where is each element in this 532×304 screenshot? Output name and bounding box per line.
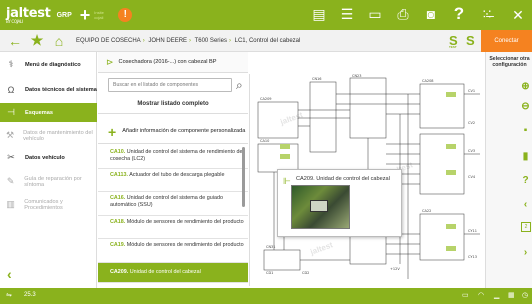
sidebar-item-technical-data[interactable]: Ω Datos técnicos del sistema [0,80,97,99]
breadcrumb: EQUIPO DE COSECHA › JOHN DEERE › T600 Seri… [76,37,301,44]
diagram-label: CY11 [468,229,477,233]
printer-icon[interactable]: ⎙ [394,5,412,23]
zoom-in-icon[interactable]: ⊕ [519,80,532,93]
diagram-label: CN23 [352,74,362,78]
breadcrumb-item[interactable]: EQUIPO DE COSECHA [76,38,141,44]
sidebar-item-vehicle-data[interactable]: ✂ Datos vehículo [0,148,97,167]
stethoscope-icon: ⚕ [8,59,14,69]
status-bar: ⇋ 25.3 ▭ ◠ ▁ ▦ ◷ [0,288,532,304]
minimize-button[interactable]: – [476,0,504,30]
list-item-selected[interactable]: CA209. Unidad de control del cabezal [98,263,248,283]
toolbar-icons: ▤ ☰ ▭ ⎙ ◙ ? ⁙ [310,5,496,23]
camera-icon[interactable]: ◙ [422,5,440,23]
diagram-label: CV4 [468,175,476,179]
diagram-label: CA22 [422,209,431,213]
chevron-left-icon[interactable]: ‹ [519,198,532,211]
omega-icon: Ω [7,84,15,95]
breadcrumb-item[interactable]: T600 Series [195,38,227,44]
sidebar-item-maintenance[interactable]: ⚒ Datos de mantenimiento del vehículo [0,126,97,145]
list-scrollbar[interactable] [242,147,245,207]
component-photo[interactable] [291,185,350,229]
wrench-icon: ⚒ [6,130,15,140]
signal-icon: ▁ [494,292,500,299]
help-icon[interactable]: ? [519,174,532,187]
calendar-icon: ▦ [508,292,515,299]
plus-icon: + [108,123,117,140]
diagram-label: CN31 [266,245,276,249]
search-icon[interactable]: ⌕ [236,78,243,93]
wifi-icon: ◠ [478,292,485,299]
list-icon[interactable]: ☰ [338,5,356,23]
s-icon[interactable]: S [466,33,475,48]
harvester-icon: ⊳ [106,56,114,67]
sidebar: ⚕ Menú de diagnóstico Ω Datos técnicos d… [0,52,97,288]
version-label: 25.3 [24,292,36,298]
component-list: CA10. Unidad de control del sistema de r… [98,146,248,286]
connect-button[interactable]: Conectar [481,30,532,52]
insite-label[interactable]: Insite cojali [94,10,112,20]
list-item[interactable]: CA19. Módulo de sensores de rendimiento … [98,239,248,263]
diagram-label: CA209 [260,97,272,101]
diagram-label: CA10 [260,139,269,143]
list-item[interactable]: CA113. Actuador del tubo de descarga ple… [98,169,248,192]
back-arrow-icon[interactable]: ← [8,33,22,49]
home-icon[interactable]: ⌂ [52,33,66,49]
diagram-label: CD1 [266,271,273,275]
panel-title-row: ⊳ Cosechadora (2016-...) con cabezal BP [98,52,248,73]
document-icon[interactable]: ▤ [310,5,328,23]
close-button[interactable]: ✕ [504,0,532,30]
collapse-sidebar-icon[interactable]: ‹ [7,266,12,282]
page-title: Cosechadora (2016-...) con cabezal BP [118,59,217,65]
alert-icon[interactable]: ! [118,8,133,22]
add-plus-icon[interactable]: + [80,6,91,24]
breadcrumb-item[interactable]: JOHN DEERE [148,38,187,44]
popup-title: CA209. Unidad de control del cabezal [296,176,390,182]
diagram-label: CD2 [302,271,309,275]
diagram-label: CN16 [312,77,322,81]
help-icon[interactable]: ? [450,5,468,23]
component-icon: ⊩ [283,176,291,186]
zoom-out-icon[interactable]: ⊖ [519,100,532,113]
list-item[interactable]: CA10. Unidad de control del sistema de r… [98,146,248,169]
diagram-label: +12V [390,267,400,271]
sidebar-item-diagnostics[interactable]: ⚕ Menú de diagnóstico [0,55,97,74]
repair-guide-icon: ✎ [6,176,15,186]
chevron-right-icon[interactable]: › [519,246,532,259]
bulb-icon[interactable]: ▮ [519,150,532,163]
tools-icon: ✂ [7,152,15,162]
show-all-button[interactable]: Mostrar listado completo [98,95,248,114]
component-popup: ⊩ CA209. Unidad de control del cabezal [277,169,402,237]
schematic-icon: ⊣ [7,107,15,117]
car-icon[interactable]: ▭ [366,5,384,23]
grp-label[interactable]: GRP [57,12,72,19]
clock-icon: ◷ [522,292,529,299]
save-icon[interactable]: ▪ [519,124,532,137]
sidebar-item-communications[interactable]: ▥ Comunicados y Procedimientos [0,195,97,214]
page-indicator[interactable]: 2 [521,222,531,232]
list-item[interactable]: CA16. Unidad de control del sistema de g… [98,192,248,216]
list-item[interactable]: CA18. Módulo de sensores de rendimiento … [98,216,248,239]
diagram-label: CV3 [468,149,475,153]
diagram-label: CV1 [468,89,475,93]
star-icon[interactable]: ★ [30,32,44,49]
search-input[interactable]: Buscar en el listado de componentes [108,78,232,92]
usb-icon: ⇋ [6,292,12,299]
documents-icon: ▥ [6,199,15,209]
diagram-label: CY13 [468,255,477,259]
diagram-label: CA208 [422,79,434,83]
test-icon[interactable]: S TEST [449,33,458,49]
add-component-info-button[interactable]: + Añadir información de componente perso… [98,120,248,144]
battery-icon: ▭ [462,292,469,299]
select-configuration-button[interactable]: Seleccionar otra configuración [486,56,532,68]
breadcrumb-item: LC1, Control del cabezal [234,37,301,44]
sidebar-item-schematics[interactable]: ⊣ Esquemas [0,103,97,122]
diagram-label: CV2 [468,121,475,125]
jaltest-logo: jaltest BY COJALI [6,6,51,24]
sidebar-item-repair-guide[interactable]: ✎ Guía de reparación por síntoma [0,172,97,191]
